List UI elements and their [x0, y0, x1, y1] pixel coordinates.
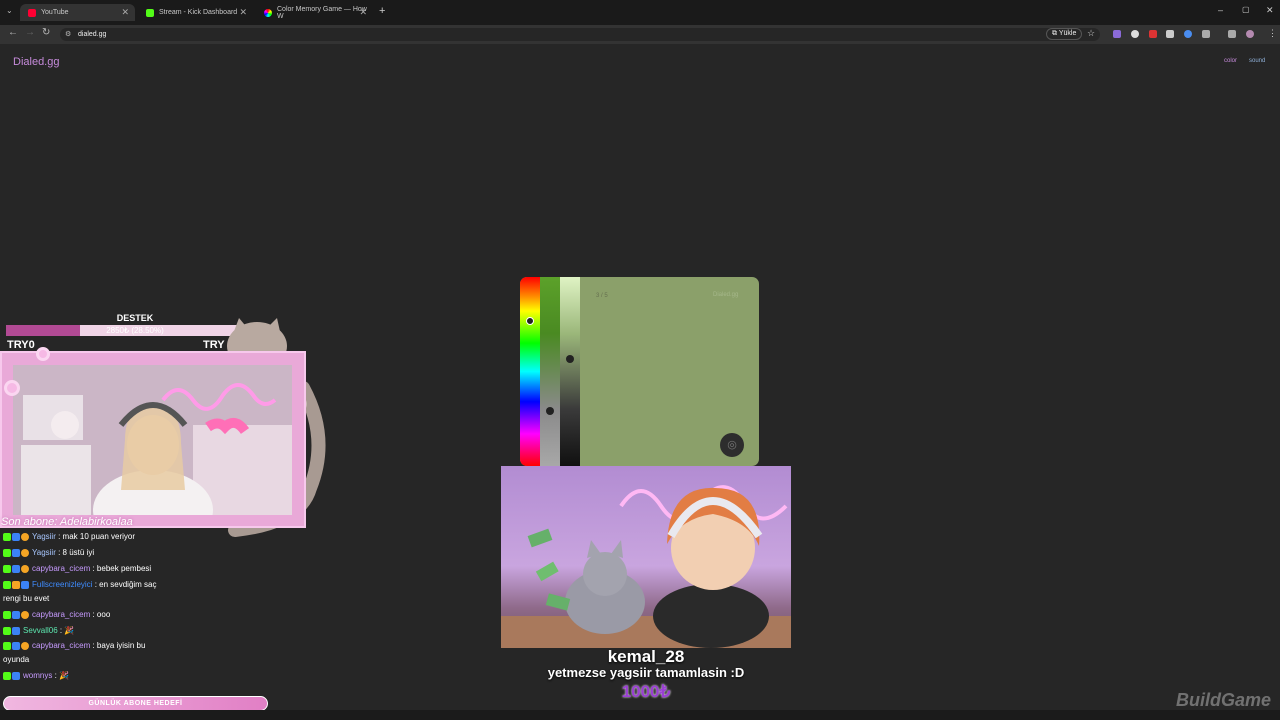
chat-username[interactable]: Yagsiir — [32, 548, 56, 557]
install-app-button[interactable]: ⧉ Yükle — [1046, 28, 1083, 40]
close-icon[interactable]: ✕ — [359, 7, 367, 18]
chat-badges — [3, 548, 30, 558]
last-subscriber-label: Son abone: Adelabirkoalaa — [1, 516, 133, 528]
url-text: dialed.gg — [78, 31, 107, 38]
browser-tab-bar: ⌄ YouTube ✕ Stream - Kick Dashboard ✕ Co… — [0, 0, 1280, 25]
chat-badges — [3, 532, 30, 542]
try-label-left: TRY0 — [7, 339, 35, 351]
saturation-slider[interactable] — [540, 277, 560, 466]
chat-badges — [3, 610, 30, 620]
chat-message: Fullscreenizleyici : en sevdiğim saç — [3, 580, 157, 590]
new-tab-icon[interactable]: + — [379, 5, 385, 17]
extensions-puzzle-icon[interactable] — [1202, 30, 1210, 38]
goal-title: DESTEK — [116, 313, 154, 323]
chat-text: : 8 üstü iyi — [58, 548, 95, 557]
tab-list-chevron-icon[interactable]: ⌄ — [6, 6, 13, 15]
chat-username[interactable]: womnys — [23, 671, 52, 680]
channel-logo-watermark: BuildGame — [1176, 690, 1272, 710]
chat-username[interactable]: capybara_cicem — [32, 610, 90, 619]
tab-label: YouTube — [41, 9, 69, 16]
extension-pen-icon[interactable] — [1113, 30, 1121, 38]
tab-kick-dashboard[interactable]: Stream - Kick Dashboard ✕ — [138, 4, 253, 21]
install-label: Yükle — [1058, 30, 1077, 37]
chat-message: Sevvall06 : 🎉 — [3, 626, 75, 636]
install-icon: ⧉ — [1052, 30, 1059, 37]
chat-message: capybara_cicem : bebek pembesi — [3, 564, 152, 574]
site-logo[interactable]: Dialed.gg — [13, 56, 59, 68]
reload-icon[interactable]: ↻ — [42, 27, 50, 38]
chat-message: capybara_cicem : ooo — [3, 610, 111, 620]
tab-label: Stream - Kick Dashboard — [159, 9, 238, 16]
card-watermark: Dialed.gg — [713, 292, 739, 298]
minimize-icon[interactable]: – — [1218, 5, 1223, 15]
back-arrow-icon[interactable]: ← — [8, 27, 18, 38]
donation-amount: 1000₺ — [621, 682, 671, 701]
extension-shield-icon[interactable] — [1166, 30, 1174, 38]
flower-decoration-icon — [36, 347, 50, 361]
chat-message: Yagsiir : 8 üstü iyi — [3, 548, 95, 558]
chat-text: : en sevdiğim saç — [94, 580, 157, 589]
chat-message-continued: rengi bu evet — [3, 594, 50, 603]
chat-text: : baya iyisin bu — [92, 641, 146, 650]
chat-username[interactable]: Sevvall06 — [23, 626, 58, 635]
close-window-icon[interactable]: ✕ — [1266, 5, 1274, 16]
chat-message: Yagsiir : mak 10 puan veriyor — [3, 532, 136, 542]
chat-text: : mak 10 puan veriyor — [58, 532, 136, 541]
forward-arrow-icon[interactable]: → — [25, 27, 35, 38]
round-counter: 3 / 5 — [596, 293, 608, 299]
chat-badges — [3, 564, 30, 574]
chat-text: : 🎉 — [54, 671, 69, 680]
maximize-icon[interactable]: ▢ — [1242, 5, 1250, 14]
chat-badges — [3, 641, 30, 651]
donor-name: kemal_28 — [607, 647, 685, 666]
profile-avatar-icon[interactable] — [1246, 30, 1254, 38]
browser-toolbar: ← → ↻ ⚙ dialed.gg ⧉ Yükle ☆ ⋮ — [0, 25, 1280, 44]
media-control-icon[interactable] — [1228, 30, 1236, 38]
chat-username[interactable]: Fullscreenizleyici — [32, 580, 92, 589]
extension-mouse-icon[interactable] — [1131, 30, 1139, 38]
tab-color-memory-game[interactable]: Color Memory Game — How W ✕ — [256, 4, 373, 21]
kick-icon — [146, 8, 154, 17]
browser-menu-icon[interactable]: ⋮ — [1268, 28, 1277, 39]
donation-illustration — [501, 485, 791, 648]
webcam-feed — [13, 365, 292, 515]
webcam-scene — [13, 365, 292, 515]
chat-text: : bebek pembesi — [92, 564, 152, 573]
close-icon[interactable]: ✕ — [121, 7, 129, 18]
chat-message-continued: oyunda — [3, 655, 30, 664]
donation-alert-image — [501, 466, 791, 648]
chat-badges — [3, 671, 21, 681]
chat-message: capybara_cicem : baya iyisin bu — [3, 641, 146, 651]
color-picker-card: 3 / 5 Dialed.gg ◎ — [520, 277, 759, 466]
chat-username[interactable]: capybara_cicem — [32, 564, 90, 573]
bookmark-star-icon[interactable]: ☆ — [1087, 28, 1095, 39]
brightness-slider-handle[interactable] — [566, 354, 574, 363]
chat-badges — [3, 580, 30, 590]
chat-badges — [3, 626, 21, 636]
flower-decoration-icon — [4, 380, 20, 396]
extension-red-icon[interactable] — [1149, 30, 1157, 38]
brightness-slider[interactable] — [560, 277, 580, 466]
taskbar — [0, 710, 1280, 720]
dialed-icon — [264, 8, 272, 17]
close-icon[interactable]: ✕ — [239, 7, 247, 18]
submit-color-button[interactable]: ◎ — [720, 433, 744, 457]
donation-message: yetmezse yagsiir tamamlasin :D — [547, 665, 745, 680]
fingerprint-icon: ◎ — [727, 439, 737, 451]
chat-message: womnys : 🎉 — [3, 671, 69, 681]
address-bar[interactable]: ⚙ dialed.gg — [60, 28, 1100, 41]
youtube-icon — [28, 8, 36, 17]
hue-slider-handle[interactable] — [526, 316, 534, 325]
tab-youtube[interactable]: YouTube ✕ — [20, 4, 135, 21]
daily-sub-goal-bar: GÜNLÜK ABONE HEDEFİ — [3, 696, 268, 711]
chat-text: : 🎉 — [59, 626, 75, 635]
nav-color-link[interactable]: color — [1224, 58, 1237, 64]
nav-sound-link[interactable]: sound — [1249, 58, 1265, 64]
chat-username[interactable]: capybara_cicem — [32, 641, 90, 650]
chat-username[interactable]: Yagsiir — [32, 532, 56, 541]
extension-white-icon[interactable] — [1184, 30, 1192, 38]
site-info-icon[interactable]: ⚙ — [65, 28, 71, 41]
chat-text: : ooo — [92, 610, 111, 619]
hue-slider[interactable] — [520, 277, 540, 466]
